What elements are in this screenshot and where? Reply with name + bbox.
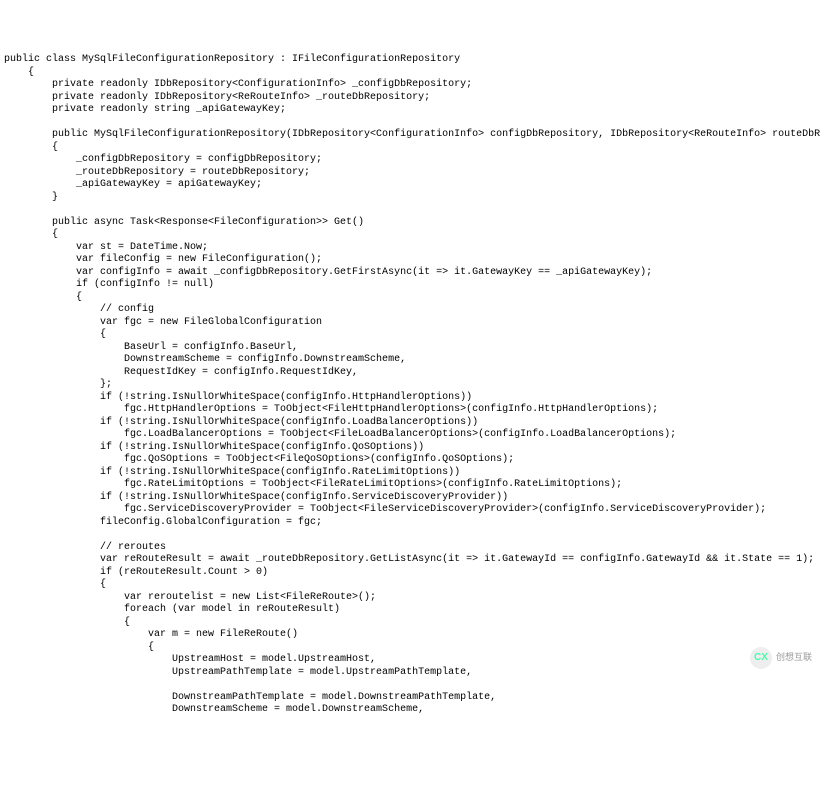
code-block: public class MySqlFileConfigurationRepos… (4, 54, 816, 717)
watermark: CX 创想互联 (750, 647, 812, 669)
watermark-icon: CX (750, 647, 772, 669)
watermark-text: 创想互联 (776, 652, 812, 663)
